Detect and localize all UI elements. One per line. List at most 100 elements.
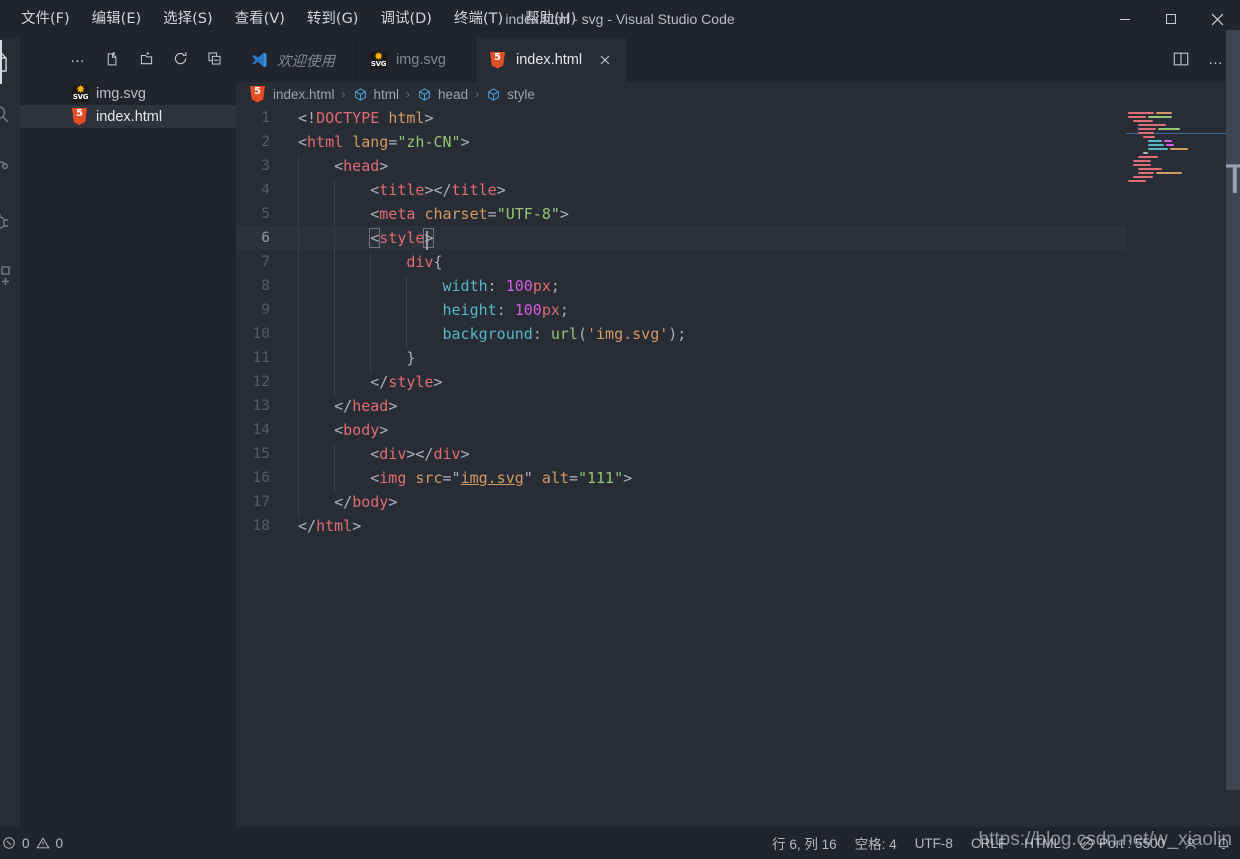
line-number: 18 bbox=[252, 518, 270, 534]
file-link-img-svg[interactable]: img.svg bbox=[461, 469, 524, 487]
status-language-mode[interactable]: HTML bbox=[1015, 827, 1070, 859]
line-content: <html lang="zh-CN"> bbox=[298, 133, 470, 151]
minimize-button[interactable] bbox=[1102, 0, 1148, 38]
code-line: 7 div{ bbox=[236, 250, 1240, 277]
status-encoding[interactable]: UTF-8 bbox=[906, 827, 962, 859]
tab-welcome[interactable]: 欢迎使用 bbox=[236, 38, 356, 82]
line-content: div{ bbox=[290, 253, 443, 277]
status-bar-left: 0 0 bbox=[0, 827, 72, 859]
editor-group: 欢迎使用 ✸ SVG img.svg 5 index.html … 5 inde… bbox=[236, 38, 1240, 827]
breadcrumb-item-style[interactable]: style bbox=[486, 87, 535, 102]
vscode-logo-icon bbox=[252, 52, 267, 68]
tab-img-svg[interactable]: ✸ SVG img.svg bbox=[356, 38, 476, 82]
status-indentation[interactable]: 空格: 4 bbox=[846, 827, 906, 859]
line-content: <meta charset="UTF-8"> bbox=[290, 205, 569, 229]
file-item-label: index.html bbox=[96, 108, 163, 125]
code-line: 4 <title></title> bbox=[236, 178, 1240, 205]
file-item-img-svg[interactable]: ✸ SVG img.svg bbox=[20, 82, 236, 105]
line-number: 15 bbox=[252, 446, 270, 462]
refresh-explorer-button[interactable] bbox=[170, 48, 190, 68]
line-content: } bbox=[290, 349, 415, 373]
activity-extensions-icon[interactable] bbox=[0, 254, 20, 298]
menu-terminal[interactable]: 终端(T) bbox=[443, 0, 514, 38]
line-number: 8 bbox=[261, 278, 270, 294]
tab-close-button[interactable] bbox=[597, 52, 613, 68]
status-cursor-position[interactable]: 行 6, 列 16 bbox=[763, 827, 846, 859]
breadcrumb-label: html bbox=[373, 86, 400, 102]
breadcrumb-item-file[interactable]: 5 index.html bbox=[250, 85, 335, 103]
line-content: </head> bbox=[290, 397, 397, 421]
new-file-button[interactable] bbox=[102, 48, 122, 68]
svg-file-icon: ✸ SVG bbox=[72, 85, 89, 102]
minimap[interactable] bbox=[1126, 106, 1226, 827]
bell-icon bbox=[1218, 838, 1229, 849]
line-number: 16 bbox=[252, 470, 270, 486]
menu-file[interactable]: 文件(F) bbox=[10, 0, 81, 38]
explorer-more-actions-button[interactable]: … bbox=[68, 48, 88, 68]
menu-help[interactable]: 帮助(H) bbox=[514, 0, 587, 38]
line-number: 6 bbox=[261, 230, 270, 246]
activity-source-control-icon[interactable] bbox=[0, 146, 20, 190]
warning-count: 0 bbox=[55, 835, 64, 851]
activity-explorer-icon[interactable] bbox=[0, 40, 20, 84]
collapse-all-button[interactable] bbox=[204, 48, 224, 68]
html5-file-icon: 5 bbox=[72, 108, 89, 125]
maximize-button[interactable] bbox=[1148, 0, 1194, 38]
html5-file-icon: 5 bbox=[490, 51, 507, 69]
title-bar: 文件(F) 编辑(E) 选择(S) 查看(V) 转到(G) 调试(D) 终端(T… bbox=[0, 0, 1240, 38]
breadcrumb-item-html[interactable]: html bbox=[353, 86, 400, 102]
status-eol[interactable]: CRLF bbox=[962, 827, 1015, 859]
code-line-current: 6 <style> bbox=[236, 226, 1240, 253]
line-number: 9 bbox=[261, 302, 270, 318]
activity-debug-icon[interactable] bbox=[0, 200, 20, 244]
editor-tab-bar: 欢迎使用 ✸ SVG img.svg 5 index.html … bbox=[236, 38, 1240, 82]
line-content: <img src="img.svg" alt="111"> bbox=[290, 469, 632, 493]
tab-index-html[interactable]: 5 index.html bbox=[476, 38, 629, 82]
file-item-index-html[interactable]: 5 index.html bbox=[20, 105, 236, 128]
menu-go[interactable]: 转到(G) bbox=[296, 0, 370, 38]
code-line: 15 <div></div> bbox=[236, 442, 1240, 469]
status-bar-right: 行 6, 列 16 空格: 4 UTF-8 CRLF HTML Port : 5… bbox=[763, 827, 1240, 859]
tab-label: index.html bbox=[516, 52, 583, 68]
line-number: 12 bbox=[252, 374, 270, 390]
source-control-icon bbox=[0, 161, 9, 170]
menu-debug[interactable]: 调试(D) bbox=[369, 0, 442, 38]
live-server-label: Port : 5500 bbox=[1098, 835, 1165, 851]
breadcrumb-item-head[interactable]: head bbox=[417, 87, 468, 102]
status-live-server[interactable]: Port : 5500 bbox=[1070, 827, 1174, 859]
window-controls bbox=[1102, 0, 1240, 38]
line-content: <head> bbox=[290, 157, 388, 181]
status-bar: 0 0 行 6, 列 16 空格: 4 UTF-8 CRLF HTML Port… bbox=[0, 827, 1240, 859]
line-content: <div></div> bbox=[290, 445, 470, 469]
line-number: 11 bbox=[252, 350, 270, 366]
more-actions-icon: … bbox=[70, 49, 86, 66]
line-content: <!DOCTYPE html> bbox=[298, 109, 434, 127]
line-number: 4 bbox=[261, 182, 270, 198]
code-editor[interactable]: 1 <!DOCTYPE html> 2 <html lang="zh-CN"> … bbox=[236, 106, 1240, 827]
code-line: 12 </style> bbox=[236, 370, 1240, 397]
code-line: 2 <html lang="zh-CN"> bbox=[236, 130, 1240, 154]
status-account-button[interactable] bbox=[1174, 827, 1207, 859]
activity-search-icon[interactable] bbox=[0, 92, 20, 136]
menu-selection[interactable]: 选择(S) bbox=[152, 0, 224, 38]
line-content: <style> bbox=[290, 228, 435, 253]
extensions-icon bbox=[1, 266, 10, 285]
new-folder-button[interactable] bbox=[136, 48, 156, 68]
debug-icon bbox=[0, 214, 8, 229]
code-line: 16 <img src="img.svg" alt="111"> bbox=[236, 466, 1240, 493]
explorer-sidebar: … ✸ SVG img.svg 5 index.html bbox=[20, 38, 236, 827]
line-content: <body> bbox=[290, 421, 388, 445]
status-problems[interactable]: 0 0 bbox=[0, 827, 72, 859]
bracket-match-open: < bbox=[369, 228, 381, 248]
line-content: </style> bbox=[290, 373, 443, 397]
line-number: 5 bbox=[261, 206, 270, 222]
line-content: </html> bbox=[298, 517, 362, 535]
editor-more-actions-button[interactable]: … bbox=[1208, 52, 1224, 67]
split-editor-button[interactable] bbox=[1172, 50, 1190, 71]
menu-view[interactable]: 查看(V) bbox=[224, 0, 296, 38]
right-edge-overlay-panel: T bbox=[1226, 30, 1240, 790]
line-content: background: url('img.svg'); bbox=[290, 325, 686, 349]
line-number: 14 bbox=[252, 422, 270, 438]
menu-edit[interactable]: 编辑(E) bbox=[81, 0, 152, 38]
status-notifications-button[interactable] bbox=[1207, 827, 1240, 859]
